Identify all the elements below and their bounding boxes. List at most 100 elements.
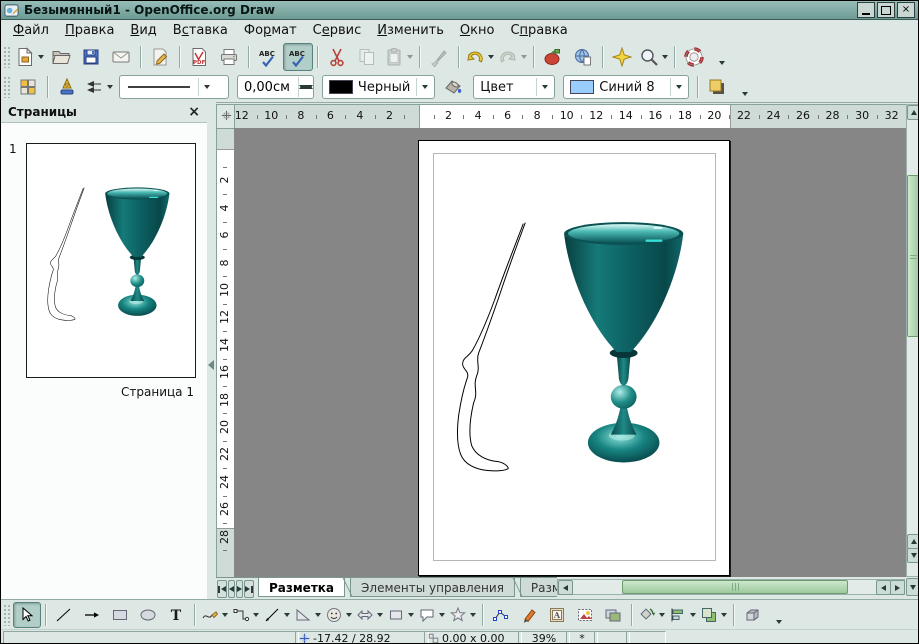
- tab-scroll-last-button[interactable]: [244, 580, 254, 598]
- maximize-button[interactable]: [877, 2, 895, 18]
- line-button[interactable]: [50, 602, 78, 628]
- tab-layout[interactable]: Разметка: [258, 578, 345, 597]
- scroll-right-button[interactable]: [890, 580, 905, 595]
- vertical-ruler[interactable]: 246810121416182022242628: [216, 128, 235, 579]
- tab-scroll-prev-button[interactable]: [228, 580, 235, 598]
- flowchart-button[interactable]: [385, 602, 416, 628]
- tab-controls[interactable]: Элементы управления: [350, 578, 515, 597]
- edit-file-button[interactable]: [145, 43, 175, 71]
- dropdown-arrow-icon[interactable]: [38, 55, 44, 59]
- goblet-3d[interactable]: [105, 187, 169, 316]
- line-dialog-button[interactable]: [52, 73, 82, 101]
- spellcheck-button[interactable]: ABC: [253, 43, 283, 71]
- toolbar-overflow-button[interactable]: [772, 604, 786, 627]
- freehand-curve[interactable]: [48, 188, 85, 321]
- block-arrows-button[interactable]: [354, 602, 385, 628]
- toolbar-overflow-button[interactable]: [738, 76, 752, 99]
- arrow-button[interactable]: [78, 602, 106, 628]
- dropdown-arrow-icon[interactable]: [662, 55, 668, 59]
- dropdown-arrow-icon[interactable]: [690, 613, 696, 617]
- scroll-left-button[interactable]: [558, 580, 573, 595]
- hyperlink-button[interactable]: [568, 43, 598, 71]
- scroll-down-button[interactable]: [907, 548, 919, 563]
- dropdown-arrow-icon[interactable]: [721, 613, 727, 617]
- menu-item-view[interactable]: Вид: [122, 21, 164, 40]
- panel-close-button[interactable]: ×: [188, 106, 200, 118]
- dropdown-arrow-icon[interactable]: [107, 85, 113, 89]
- from-file-button[interactable]: [571, 602, 599, 628]
- minimize-button[interactable]: [857, 2, 875, 18]
- page-thumbnail[interactable]: [26, 143, 196, 378]
- fill-color-combo[interactable]: Синий 8: [563, 75, 689, 99]
- dropdown-arrow-icon[interactable]: [670, 78, 686, 96]
- arrange-button[interactable]: [698, 602, 729, 628]
- email-button[interactable]: [106, 43, 136, 71]
- vertical-scrollbar[interactable]: [906, 104, 919, 577]
- dropdown-arrow-icon[interactable]: [377, 613, 383, 617]
- styles-window-button[interactable]: [13, 73, 43, 101]
- paste-button[interactable]: [382, 43, 415, 71]
- redo-button[interactable]: [496, 43, 529, 71]
- copy-button[interactable]: [352, 43, 382, 71]
- extrusion-button[interactable]: [738, 602, 766, 628]
- toolbar-overflow-button[interactable]: [715, 45, 729, 68]
- open-button[interactable]: [46, 43, 76, 71]
- toolbar-grip[interactable]: [3, 604, 10, 626]
- dropdown-arrow-icon[interactable]: [439, 613, 445, 617]
- shadow-button[interactable]: [702, 73, 732, 101]
- menu-item-insert[interactable]: Вставка: [165, 21, 236, 40]
- text-button[interactable]: T: [162, 602, 190, 628]
- dropdown-arrow-icon[interactable]: [315, 613, 321, 617]
- status-position-field[interactable]: -17.42 / 28.92: [295, 631, 429, 644]
- dropdown-arrow-icon[interactable]: [253, 613, 259, 617]
- drawing-canvas[interactable]: [234, 128, 906, 577]
- close-button[interactable]: ×: [897, 2, 915, 18]
- cut-button[interactable]: [322, 43, 352, 71]
- menu-item-help[interactable]: Справка: [502, 21, 575, 40]
- symbol-shapes-button[interactable]: [323, 602, 354, 628]
- line-color-combo[interactable]: Черный: [322, 75, 435, 99]
- fill-button[interactable]: [439, 73, 469, 101]
- curve-button[interactable]: [199, 602, 230, 628]
- ruler-corner[interactable]: [216, 104, 236, 129]
- menu-item-file[interactable]: Файл: [5, 21, 57, 40]
- toolbar-grip[interactable]: [3, 46, 10, 68]
- navigator-button[interactable]: [607, 43, 637, 71]
- fill-type-combo[interactable]: Цвет: [473, 75, 555, 99]
- rotate-button[interactable]: [636, 602, 667, 628]
- scroll-up-button[interactable]: [907, 105, 919, 120]
- fontwork-button[interactable]: A: [543, 602, 571, 628]
- connector-button[interactable]: [230, 602, 261, 628]
- new-document-button[interactable]: [13, 43, 46, 71]
- ellipse-button[interactable]: [134, 602, 162, 628]
- scroll-left-button-2[interactable]: [876, 580, 891, 595]
- dropdown-arrow-icon[interactable]: [346, 613, 352, 617]
- scrollbar-corner-button[interactable]: [906, 578, 919, 596]
- horizontal-scroll-thumb[interactable]: [622, 580, 848, 594]
- dropdown-arrow-icon[interactable]: [488, 55, 494, 59]
- export-pdf-button[interactable]: PDF: [184, 43, 214, 71]
- alignment-button[interactable]: [667, 602, 698, 628]
- menu-item-modify[interactable]: Изменить: [369, 21, 452, 40]
- tab-scroll-first-button[interactable]: [217, 580, 227, 598]
- dropdown-arrow-icon[interactable]: [198, 78, 214, 96]
- menu-item-tools[interactable]: Сервис: [305, 21, 370, 40]
- status-zoom-field[interactable]: 39%: [518, 631, 570, 644]
- vertical-scroll-thumb[interactable]: [907, 175, 919, 337]
- print-button[interactable]: [214, 43, 244, 71]
- line-style-combo[interactable]: [119, 75, 229, 99]
- dropdown-arrow-icon[interactable]: [536, 78, 552, 96]
- tab-dimension-lines[interactable]: Разм: [520, 578, 557, 597]
- zoom-button[interactable]: [637, 43, 670, 71]
- rectangle-button[interactable]: [106, 602, 134, 628]
- menu-item-window[interactable]: Окно: [452, 21, 503, 40]
- line-width-input[interactable]: 0,00см: [237, 75, 314, 99]
- stars-button[interactable]: [447, 602, 478, 628]
- scroll-up-button-2[interactable]: [907, 534, 919, 549]
- dropdown-arrow-icon[interactable]: [416, 78, 432, 96]
- dropdown-arrow-icon[interactable]: [470, 613, 476, 617]
- dropdown-arrow-icon[interactable]: [222, 613, 228, 617]
- toolbar-grip[interactable]: [3, 76, 10, 98]
- dropdown-arrow-icon[interactable]: [659, 613, 665, 617]
- page[interactable]: [418, 140, 730, 576]
